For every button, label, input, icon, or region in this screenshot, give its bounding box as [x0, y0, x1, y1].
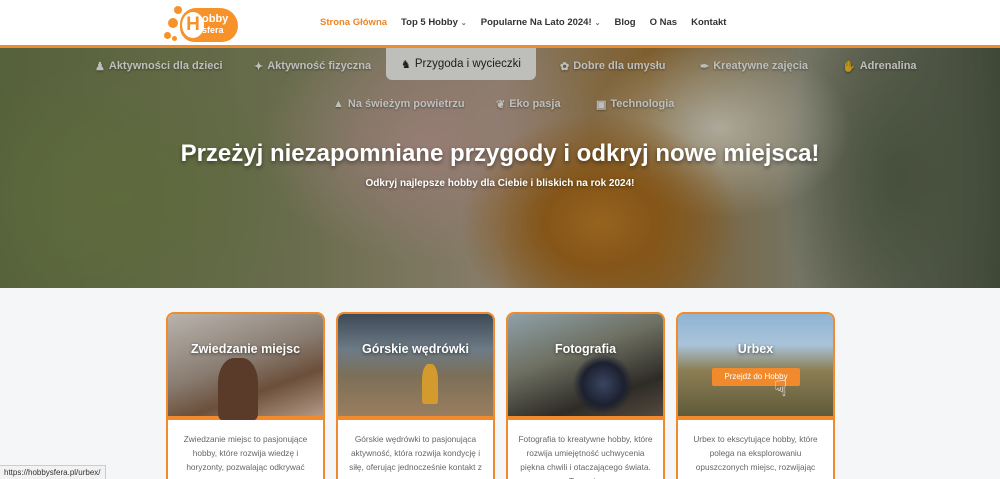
- category-tech[interactable]: ▣ Technologia: [596, 96, 674, 112]
- category-eco[interactable]: ❦ Eko pasja: [496, 96, 561, 112]
- logo-text-bottom: sfera: [202, 25, 224, 35]
- card-image: Urbex Przejdź do Hobby ☟: [678, 314, 833, 420]
- status-bar-url: https://hobbysfera.pl/urbex/: [0, 465, 106, 479]
- category-mind[interactable]: ✿ Dobre dla umysłu: [560, 58, 666, 74]
- card-image: Zwiedzanie miejsc: [168, 314, 323, 420]
- category-children[interactable]: ♟ Aktywności dla dzieci: [95, 58, 223, 74]
- category-adventure[interactable]: ♞ Przygoda i wycieczki: [386, 48, 536, 80]
- hobby-card[interactable]: Urbex Przejdź do Hobby ☟ Urbex to ekscyt…: [676, 312, 835, 479]
- hobby-card[interactable]: Fotografia Fotografia to kreatywne hobby…: [506, 312, 665, 479]
- hiking-icon: ♞: [401, 58, 411, 71]
- site-logo[interactable]: H obby sfera: [162, 4, 244, 44]
- nav-item-about[interactable]: O Nas: [650, 17, 677, 28]
- card-title: Fotografia: [554, 342, 617, 356]
- hero-title: Przeżyj niezapomniane przygody i odkryj …: [180, 140, 820, 167]
- brush-icon: ✒: [700, 60, 710, 73]
- card-image-figure: [218, 358, 258, 420]
- category-physical[interactable]: ✦ Aktywność fizyczna: [254, 58, 371, 74]
- chevron-down-icon: ⌄: [594, 19, 601, 27]
- category-outdoor[interactable]: ▲ Na świeżym powietrzu: [333, 96, 465, 112]
- logo-bubble: [172, 36, 177, 41]
- card-description: Górskie wędrówki to pasjonująca aktywnoś…: [349, 434, 482, 472]
- laptop-icon: ▣: [596, 98, 607, 111]
- card-description: Fotografia to kreatywne hobby, które roz…: [518, 434, 653, 479]
- hand-icon: ✋: [842, 60, 856, 73]
- nav-item-blog[interactable]: Blog: [615, 17, 636, 28]
- nav-item-home[interactable]: Strona Główna: [320, 17, 387, 28]
- category-label: Adrenalina: [859, 60, 917, 72]
- nav-item-contact[interactable]: Kontakt: [691, 17, 726, 28]
- nav-item-top5[interactable]: Top 5 Hobby ⌄: [401, 17, 467, 28]
- nav-item-label: Kontakt: [691, 17, 727, 28]
- hero-subtitle: Odkryj najlepsze hobby dla Ciebie i blis…: [365, 178, 635, 189]
- hobby-cards: Zwiedzanie miejsc Zwiedzanie miejsc to p…: [166, 312, 835, 479]
- tree-icon: ▲: [333, 98, 344, 110]
- category-label: Kreatywne zajęcia: [713, 60, 808, 72]
- category-label: Eko pasja: [509, 98, 561, 110]
- category-label: Aktywności dla dzieci: [108, 60, 223, 72]
- category-label: Technologia: [610, 98, 675, 110]
- logo-text-top: obby: [202, 13, 229, 25]
- child-icon: ♟: [95, 60, 105, 73]
- card-description: Zwiedzanie miejsc to pasjonujące hobby, …: [183, 434, 308, 479]
- category-label: Przygoda i wycieczki: [414, 58, 521, 70]
- pointer-hand-icon: ☟: [774, 376, 788, 401]
- main-nav: Strona Główna Top 5 Hobby ⌄ Popularne Na …: [320, 17, 740, 28]
- nav-item-summer[interactable]: Popularne Na Lato 2024! ⌄: [481, 17, 601, 28]
- nav-item-label: Popularne Na Lato 2024!: [480, 17, 592, 28]
- card-image-figure: [422, 364, 438, 404]
- hobby-card[interactable]: Górskie wędrówki Górskie wędrówki to pas…: [336, 312, 495, 479]
- card-image: Fotografia: [508, 314, 663, 420]
- category-label: Na świeżym powietrzu: [347, 98, 465, 110]
- chevron-down-icon: ⌄: [460, 19, 467, 27]
- nav-item-label: Blog: [614, 17, 636, 28]
- category-label: Dobre dla umysłu: [573, 60, 666, 72]
- leaf-icon: ❦: [496, 98, 506, 111]
- logo-bubble: [164, 32, 171, 39]
- logo-bubble: [174, 6, 182, 14]
- category-creative[interactable]: ✒ Kreatywne zajęcia: [700, 58, 808, 74]
- site-header: H obby sfera Strona Główna Top 5 Hobby ⌄ …: [0, 0, 1000, 48]
- card-title: Zwiedzanie miejsc: [190, 342, 301, 356]
- nav-item-label: O Nas: [649, 17, 678, 28]
- nav-item-label: Top 5 Hobby: [401, 17, 458, 28]
- card-title: Urbex: [737, 342, 774, 356]
- hobby-card[interactable]: Zwiedzanie miejsc Zwiedzanie miejsc to p…: [166, 312, 325, 479]
- card-image: Górskie wędrówki: [338, 314, 493, 420]
- brain-icon: ✿: [560, 60, 570, 73]
- logo-mark: H: [182, 12, 204, 38]
- hero-banner: ♟ Aktywności dla dzieci ✦ Aktywność fizycz…: [0, 48, 1000, 288]
- running-icon: ✦: [254, 60, 264, 73]
- card-title: Górskie wędrówki: [362, 342, 469, 356]
- category-label: Aktywność fizyczna: [267, 60, 372, 72]
- category-adrenaline[interactable]: ✋ Adrenalina: [842, 58, 917, 74]
- logo-bubble: [168, 18, 178, 28]
- nav-item-label: Strona Główna: [320, 17, 388, 28]
- card-description: Urbex to ekscytujące hobby, które polega…: [693, 434, 818, 472]
